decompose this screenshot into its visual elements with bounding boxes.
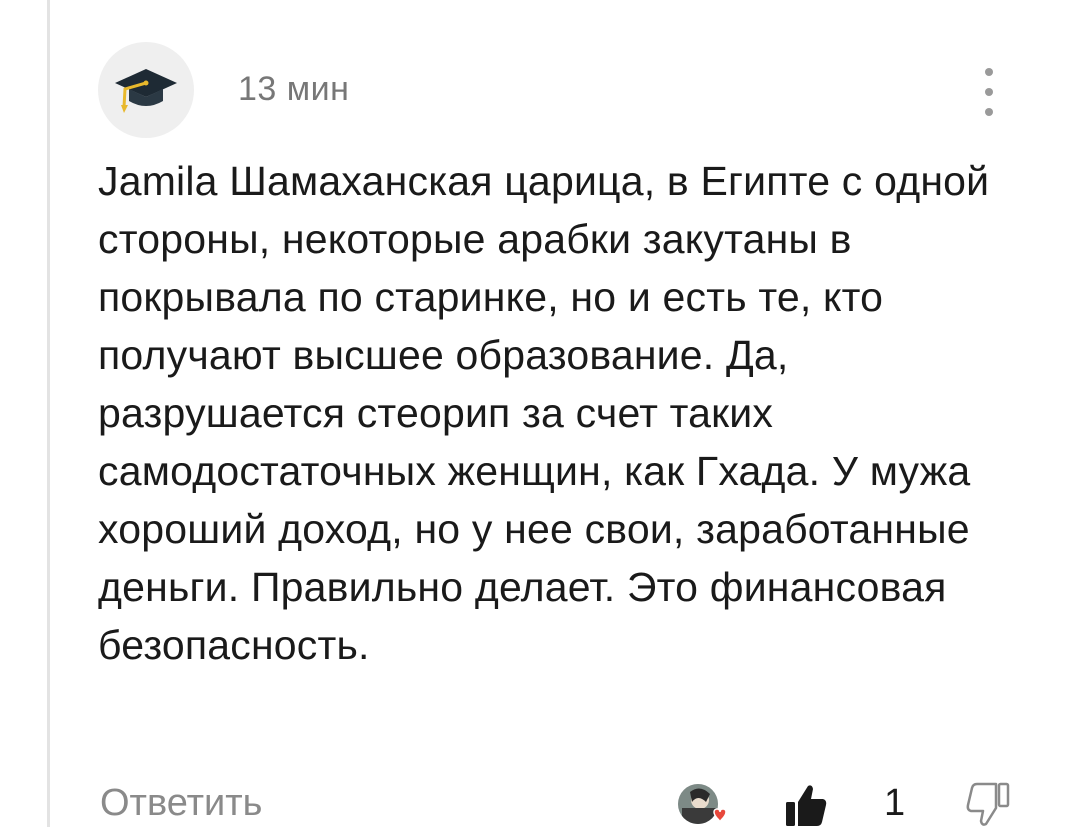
more-options-button[interactable] — [974, 68, 1004, 116]
comment-header: 13 мин — [98, 42, 1018, 138]
thumbs-up-icon[interactable] — [782, 782, 830, 830]
comment-timestamp: 13 мин — [238, 70, 350, 108]
more-dot — [985, 88, 993, 96]
graduation-cap-icon — [115, 69, 177, 113]
comment-actions: Ответить 1 — [98, 770, 1028, 840]
reply-button[interactable]: Ответить — [100, 782, 262, 825]
thread-line — [47, 0, 50, 827]
avatar[interactable] — [98, 42, 194, 138]
more-dot — [985, 108, 993, 116]
like-count: 1 — [884, 782, 906, 824]
reactor-avatar-heart-icon[interactable] — [676, 780, 726, 830]
comment-text: Jamila Шамаханская царица, в Египте с од… — [98, 158, 990, 668]
thumbs-down-icon[interactable] — [964, 780, 1012, 828]
comment: 13 мин Jamila Шамаханская царица, в Егип… — [98, 0, 1038, 827]
more-vertical-icon — [985, 68, 993, 76]
